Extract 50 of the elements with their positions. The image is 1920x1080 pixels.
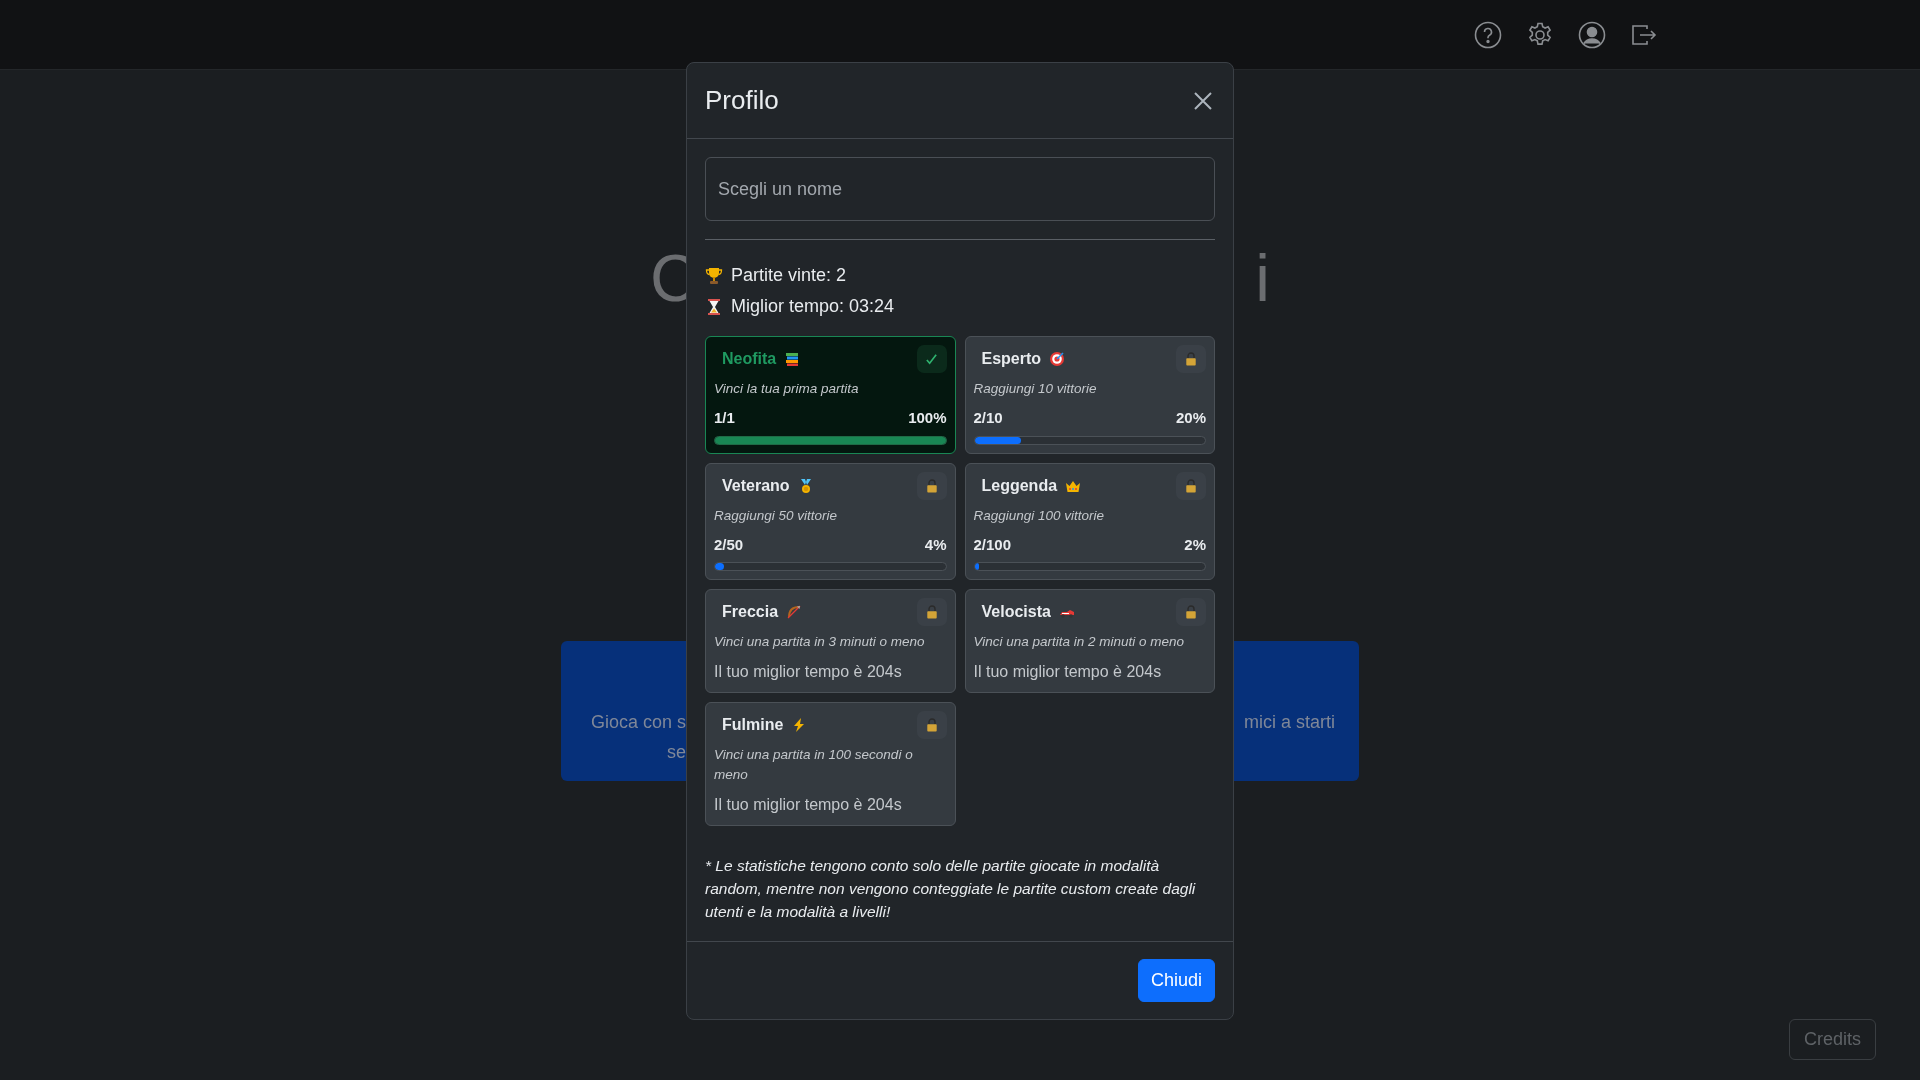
lock-icon bbox=[925, 478, 938, 493]
achievement-name: Veterano bbox=[721, 475, 790, 496]
achievement-description: Vinci una partita in 100 secondi o meno bbox=[714, 746, 914, 784]
achievement-description: Raggiungi 100 vittorie bbox=[973, 506, 1106, 525]
page-title: i bbox=[1255, 245, 1270, 311]
progress-count: 2/100 bbox=[973, 534, 1012, 555]
achievement-name: Leggenda bbox=[980, 475, 1058, 496]
achievement-name: Neofita bbox=[721, 349, 777, 369]
lock-icon bbox=[1185, 478, 1197, 493]
achievement-name: Fulmine bbox=[721, 715, 784, 735]
progress-count: 2/10 bbox=[973, 408, 1003, 428]
hourglass-icon bbox=[705, 297, 723, 316]
achievement-name: Freccia bbox=[721, 602, 779, 622]
name-field[interactable]: Scegli un nome bbox=[705, 157, 1215, 221]
card-text: mici a starti bbox=[1244, 711, 1335, 734]
achievement-description: Vinci una partita in 3 minuti o meno bbox=[714, 633, 926, 651]
bow-arrow-icon bbox=[786, 604, 803, 620]
best-time-text: Il tuo miglior tempo è 204s bbox=[973, 662, 1163, 682]
dialog-title: Profilo bbox=[705, 84, 779, 117]
lock-icon bbox=[925, 605, 938, 619]
achievement-name: Esperto bbox=[980, 349, 1042, 369]
achievement-name: Velocista bbox=[980, 602, 1051, 622]
credits-button[interactable]: Credits bbox=[1789, 1019, 1876, 1060]
progress-percent: 100% bbox=[908, 408, 947, 428]
progress-percent: 20% bbox=[1175, 408, 1206, 428]
close-button[interactable]: Chiudi bbox=[1137, 959, 1215, 1002]
lock-icon bbox=[1185, 352, 1197, 366]
help-icon[interactable] bbox=[1474, 20, 1502, 49]
stat-text: Miglior tempo: 03:24 bbox=[731, 295, 895, 318]
progress-count: 2/50 bbox=[714, 534, 744, 555]
progress-percent: 2% bbox=[1184, 534, 1206, 555]
card-text: Gioca con s bbox=[589, 711, 686, 734]
achievement-description: Vinci una partita in 2 minuti o meno bbox=[973, 633, 1186, 651]
user-icon[interactable] bbox=[1578, 20, 1606, 49]
best-time-text: Il tuo miglior tempo è 204s bbox=[714, 662, 903, 682]
check-icon bbox=[925, 352, 938, 366]
target-icon bbox=[1049, 351, 1066, 367]
stat-text: Partite vinte: 2 bbox=[731, 264, 847, 287]
progress-count: 1/1 bbox=[714, 408, 735, 428]
footnote: * Le statistiche tengono conto solo delle partite giocate in modalità random, mentre non vengono conteggiate le partite custom create dagli utenti e la modalità a livelli! bbox=[705, 856, 1197, 922]
books-icon bbox=[784, 351, 801, 367]
card-text: se bbox=[666, 741, 686, 764]
progress-percent: 4% bbox=[924, 534, 947, 555]
trophy-icon bbox=[705, 266, 723, 285]
achievement-description: Raggiungi 50 vittorie bbox=[714, 506, 839, 525]
achievement-description: Raggiungi 10 vittorie bbox=[973, 380, 1098, 398]
best-time-text: Il tuo miglior tempo è 204s bbox=[714, 795, 903, 815]
achievement-description: Vinci la tua prima partita bbox=[714, 380, 860, 398]
lock-icon bbox=[1185, 605, 1197, 619]
lock-icon bbox=[925, 718, 938, 732]
